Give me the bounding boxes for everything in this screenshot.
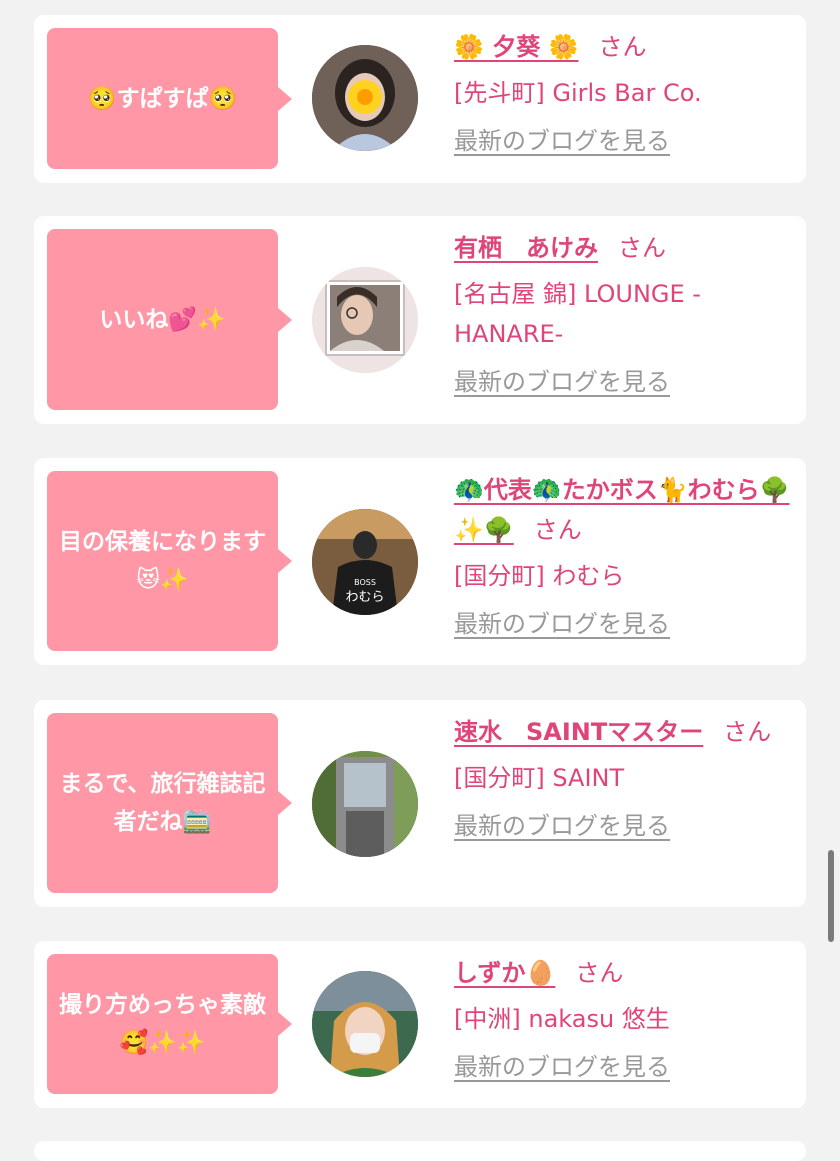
comment-text: まるで、旅行雑誌記者だね🚞 bbox=[59, 771, 266, 835]
cast-info: 🌼 夕葵 🌼 さん [先斗町] Girls Bar Co. 最新のブログを見る bbox=[454, 27, 794, 161]
avatar[interactable]: BOSS わむら bbox=[312, 509, 418, 615]
cast-info: 速水 SAINTマスター さん [国分町] SAINT 最新のブログを見る bbox=[454, 712, 794, 846]
comment-text: 撮り方めっちゃ素敵🥰✨✨ bbox=[59, 992, 266, 1056]
svg-text:BOSS: BOSS bbox=[354, 578, 376, 587]
latest-blog-link[interactable]: 最新のブログを見る bbox=[454, 604, 670, 644]
cast-name-link[interactable]: 🌼 夕葵 🌼 bbox=[454, 33, 578, 61]
shop-name: [先斗町] Girls Bar Co. bbox=[454, 79, 702, 107]
honorific: さん bbox=[723, 718, 772, 746]
shop-name: [国分町] SAINT bbox=[454, 764, 625, 792]
comment-card: 🥺すぱすぱ🥺 🌼 夕葵 🌼 さん [先斗町] Girls Bar Co. 最新のブ… bbox=[34, 15, 806, 183]
comment-text: いいね💕✨ bbox=[99, 306, 226, 333]
comment-card: 撮り方めっちゃ素敵🥰✨✨ しずか🥚 さん [中洲] nakasu 悠生 最新のブロ… bbox=[34, 941, 806, 1108]
cast-info: 有栖 あけみ さん [名古屋 錦] LOUNGE -HANARE- 最新のブログを… bbox=[454, 228, 794, 402]
comment-card: 目の保養になります😻✨ BOSS わむら 🦚代表🦚たかボス🐈わむら🌳✨🌳 さん [… bbox=[34, 458, 806, 665]
avatar[interactable] bbox=[312, 971, 418, 1077]
cast-name-link[interactable]: 速水 SAINTマスター bbox=[454, 718, 703, 746]
comment-card: まるで、旅行雑誌記者だね🚞 速水 SAINTマスター さん [国分町] SAINT… bbox=[34, 700, 806, 907]
shop-name: [中洲] nakasu 悠生 bbox=[454, 1005, 670, 1033]
cast-name-link[interactable]: 有栖 あけみ bbox=[454, 234, 598, 262]
latest-blog-link[interactable]: 最新のブログを見る bbox=[454, 362, 670, 402]
honorific: さん bbox=[618, 234, 666, 262]
honorific: さん bbox=[533, 516, 582, 544]
latest-blog-link[interactable]: 最新のブログを見る bbox=[454, 1047, 670, 1087]
cast-info: しずか🥚 さん [中洲] nakasu 悠生 最新のブログを見る bbox=[454, 953, 794, 1087]
comment-bubble: 🥺すぱすぱ🥺 bbox=[47, 28, 292, 169]
cast-info: 🦚代表🦚たかボス🐈わむら🌳✨🌳 さん [国分町] わむら 最新のブログを見る bbox=[454, 470, 794, 644]
comment-text: 目の保養になります😻✨ bbox=[59, 529, 266, 593]
comment-bubble: 目の保養になります😻✨ bbox=[47, 471, 292, 651]
comment-text: 🥺すぱすぱ🥺 bbox=[87, 85, 238, 112]
honorific: さん bbox=[598, 33, 647, 61]
latest-blog-link[interactable]: 最新のブログを見る bbox=[454, 121, 670, 161]
comment-card: いいね💕✨ 有栖 あけみ さん [名古屋 錦] LOUNGE -HANARE- 最… bbox=[34, 216, 806, 424]
latest-blog-link[interactable]: 最新のブログを見る bbox=[454, 806, 670, 846]
comment-bubble: まるで、旅行雑誌記者だね🚞 bbox=[47, 713, 292, 893]
avatar[interactable] bbox=[312, 751, 418, 857]
cast-name-link[interactable]: しずか🥚 bbox=[454, 959, 555, 987]
scrollbar-thumb[interactable] bbox=[828, 850, 834, 942]
comment-bubble: いいね💕✨ bbox=[47, 229, 292, 410]
shop-name: [国分町] わむら bbox=[454, 562, 625, 590]
comment-card-partial bbox=[34, 1141, 806, 1161]
avatar-shirt-text: わむら bbox=[345, 590, 384, 605]
cast-name-link[interactable]: 🦚代表🦚たかボス🐈わむら🌳✨🌳 bbox=[454, 476, 790, 544]
avatar[interactable] bbox=[312, 45, 418, 151]
comment-bubble: 撮り方めっちゃ素敵🥰✨✨ bbox=[47, 954, 292, 1094]
shop-name: [名古屋 錦] LOUNGE -HANARE- bbox=[454, 280, 701, 348]
avatar[interactable] bbox=[312, 267, 418, 373]
honorific: さん bbox=[575, 959, 624, 987]
